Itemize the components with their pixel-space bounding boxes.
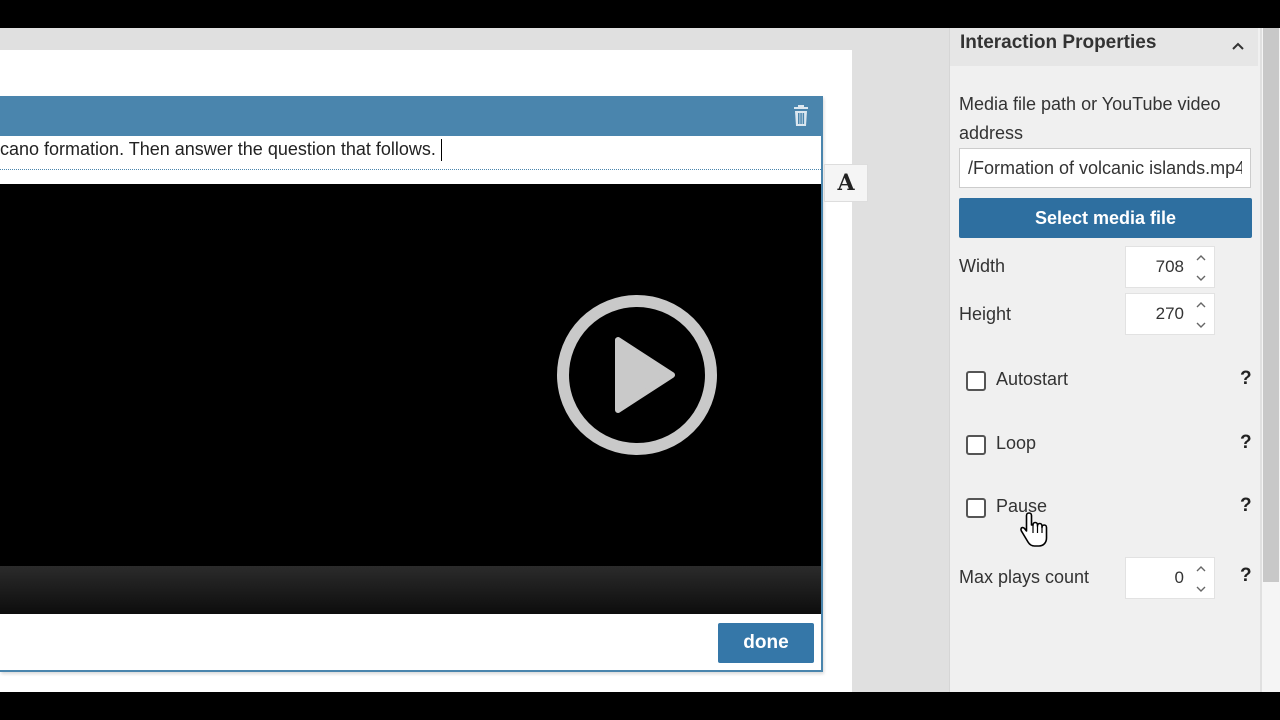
pause-checkbox[interactable]	[966, 498, 986, 518]
panel-title: Interaction Properties	[960, 32, 1157, 53]
play-icon[interactable]	[556, 294, 718, 456]
width-label: Width	[959, 256, 1006, 276]
width-stepper[interactable]: 708	[1125, 246, 1215, 288]
max-plays-label: Max plays count	[959, 567, 1090, 587]
panel-header[interactable]: Interaction Properties	[950, 28, 1258, 66]
media-interaction-editor: lcano formation. Then answer the questio…	[0, 96, 823, 672]
help-icon[interactable]: ?	[1240, 565, 1252, 587]
editing-canvas: lcano formation. Then answer the questio…	[0, 50, 868, 692]
pause-option[interactable]: Pause	[966, 495, 1251, 521]
stepper-arrows-icon[interactable]	[1192, 562, 1210, 596]
stepper-arrows-icon[interactable]	[1192, 298, 1210, 332]
stepper-arrows-icon[interactable]	[1192, 251, 1210, 285]
prompt-text-editor[interactable]: lcano formation. Then answer the questio…	[0, 136, 821, 170]
video-player[interactable]	[0, 184, 821, 614]
scrollbar-thumb[interactable]	[1263, 28, 1279, 582]
height-label: Height	[959, 304, 1012, 324]
height-stepper[interactable]: 270	[1125, 293, 1215, 335]
select-media-file-button[interactable]: Select media file	[959, 198, 1252, 238]
app-screen: lcano formation. Then answer the questio…	[0, 28, 1280, 692]
help-icon[interactable]: ?	[1240, 368, 1252, 390]
media-path-label: Media file path or YouTube video address	[959, 94, 1221, 143]
text-caret	[440, 139, 442, 162]
autostart-option[interactable]: Autostart	[966, 368, 1251, 394]
height-value: 270	[1155, 304, 1184, 323]
video-controls-bar[interactable]	[0, 566, 821, 614]
chevron-up-icon[interactable]	[1230, 38, 1246, 54]
autostart-label: Autostart	[996, 369, 1069, 389]
panel-scrollbar[interactable]	[1262, 28, 1280, 692]
text-format-button[interactable]: A	[824, 164, 868, 202]
help-icon[interactable]: ?	[1240, 432, 1252, 454]
editor-header-bar	[0, 96, 821, 136]
max-plays-stepper[interactable]: 0	[1125, 557, 1215, 599]
media-path-input[interactable]	[959, 148, 1251, 188]
loop-option[interactable]: Loop	[966, 432, 1251, 458]
autostart-checkbox[interactable]	[966, 371, 986, 391]
loop-label: Loop	[996, 433, 1037, 453]
prompt-text: lcano formation. Then answer the questio…	[0, 139, 436, 159]
help-icon[interactable]: ?	[1240, 495, 1252, 517]
loop-checkbox[interactable]	[966, 435, 986, 455]
done-button[interactable]: done	[718, 623, 814, 663]
interaction-properties-panel: Interaction Properties Media file path o…	[949, 28, 1260, 692]
width-value: 708	[1155, 257, 1184, 276]
hand-cursor-icon	[1020, 512, 1048, 547]
trash-icon[interactable]	[791, 105, 811, 127]
max-plays-value: 0	[1174, 568, 1184, 587]
